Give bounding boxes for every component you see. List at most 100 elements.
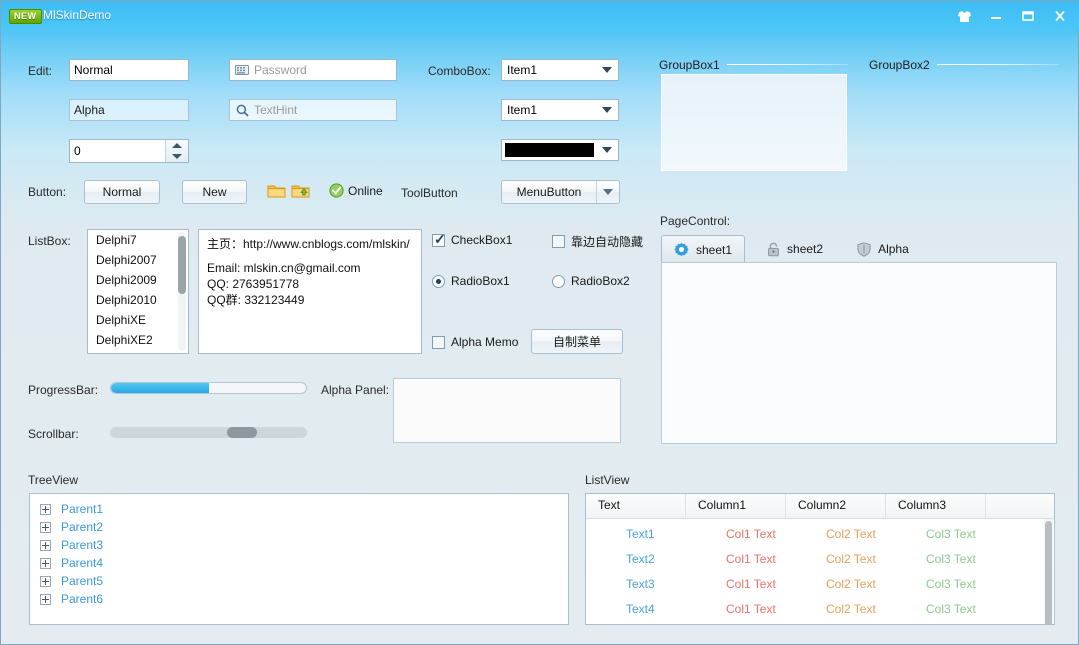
memo-line: QQ群: 332123449 (207, 293, 305, 307)
list-item[interactable]: DelphiXE2 (88, 330, 188, 350)
groupbox2-divider (937, 64, 1059, 65)
listview-cell: Col3 Text (926, 552, 976, 566)
chevron-down-icon[interactable] (596, 107, 618, 113)
spin-down-icon[interactable] (172, 154, 182, 159)
button-label: Button: (28, 185, 67, 199)
checkbox-autohide-label: 靠边自动隐藏 (571, 235, 644, 249)
listview[interactable]: Text Column1 Column2 Column3 Text1 Col1 … (585, 493, 1055, 625)
listview-column-header[interactable]: Column2 (786, 494, 886, 518)
table-row[interactable]: Text4 Col1 Text Col2 Text Col3 Text (586, 597, 1054, 622)
expand-icon[interactable] (40, 521, 51, 533)
lock-icon (767, 242, 780, 257)
color-swatch (505, 143, 594, 157)
treeview[interactable]: Parent1 Parent2 Parent3 Parent4 Parent5 … (29, 493, 569, 625)
listview-cell: Col3 Text (926, 602, 976, 616)
texthint-placeholder: TextHint (254, 103, 298, 117)
treeview-node[interactable]: Parent1 (30, 500, 568, 518)
memo-line: 主页：http://www.cnblogs.com/mlskin/ (207, 237, 410, 251)
checkbox-box: ✓ (432, 232, 446, 247)
tab-sheet1-label: sheet1 (696, 242, 733, 257)
new-badge: NEW (9, 9, 42, 24)
new-button[interactable]: New (182, 180, 247, 204)
radio-radiobox1-label: RadioBox1 (451, 274, 510, 288)
treeview-node[interactable]: Parent5 (30, 572, 568, 590)
memo[interactable]: 主页：http://www.cnblogs.com/mlskin/ Email:… (198, 229, 422, 354)
skin-shirt-icon[interactable] (948, 2, 980, 30)
radio-circle (432, 274, 445, 288)
folder-upload-icon[interactable] (291, 183, 310, 199)
checkbox-alpha-memo-label: Alpha Memo (451, 335, 519, 349)
app-window: NEW MlSkinDemo Edit: 0 (0, 0, 1079, 645)
table-row[interactable]: Text3 Col1 Text Col2 Text Col3 Text (586, 572, 1054, 597)
online-button[interactable]: Online (329, 183, 383, 198)
table-row[interactable]: Text1 Col1 Text Col2 Text Col3 Text (586, 522, 1054, 547)
memo-line (207, 252, 413, 260)
listview-column-header[interactable]: Text (586, 494, 686, 518)
listview-cell: Col2 Text (826, 527, 876, 541)
maximize-icon[interactable] (1012, 2, 1044, 30)
expand-icon[interactable] (40, 593, 51, 605)
edit-normal-input[interactable] (69, 59, 189, 81)
groupbox1-divider (727, 64, 848, 65)
expand-icon[interactable] (40, 503, 51, 515)
listbox[interactable]: Delphi7 Delphi2007 Delphi2009 Delphi2010… (87, 229, 189, 354)
expand-icon[interactable] (40, 575, 51, 587)
checkbox-alpha-memo[interactable]: Alpha Memo (432, 335, 518, 349)
list-item[interactable]: Delphi2007 (88, 250, 188, 270)
expand-icon[interactable] (40, 539, 51, 551)
edit-alpha-input[interactable] (69, 99, 189, 121)
chevron-down-icon[interactable] (596, 67, 618, 73)
treeview-node[interactable]: Parent2 (30, 518, 568, 536)
listview-scroll-thumb[interactable] (1045, 521, 1052, 624)
listview-scrollbar[interactable] (1044, 519, 1053, 624)
tab-content-panel (661, 262, 1057, 444)
texthint-input[interactable]: TextHint (229, 99, 397, 121)
spin-edit[interactable]: 0 (69, 139, 189, 163)
custom-menu-button[interactable]: 自制菜单 (531, 329, 623, 354)
combobox-1[interactable]: Item1 (501, 59, 619, 81)
radio-radiobox2[interactable]: RadioBox2 (552, 274, 630, 288)
combobox-2[interactable]: Item1 (501, 99, 619, 121)
expand-icon[interactable] (40, 557, 51, 569)
tab-sheet2[interactable]: sheet2 (755, 235, 835, 263)
scrollbar[interactable] (110, 427, 307, 438)
listview-column-header[interactable]: Column3 (886, 494, 986, 518)
scrollbar-label: Scrollbar: (28, 427, 79, 441)
alpha-panel-label: Alpha Panel: (321, 383, 390, 397)
folder-icon[interactable] (267, 183, 286, 199)
list-item[interactable]: Delphi2010 (88, 290, 188, 310)
normal-button[interactable]: Normal (84, 180, 160, 204)
spin-up-icon[interactable] (172, 143, 182, 148)
treeview-node[interactable]: Parent4 (30, 554, 568, 572)
treeview-node[interactable]: Parent3 (30, 536, 568, 554)
table-row[interactable]: Text2 Col1 Text Col2 Text Col3 Text (586, 547, 1054, 572)
listbox-scrollbar[interactable] (178, 232, 186, 351)
menu-button-label: MenuButton (516, 185, 582, 199)
checkbox-checkbox1[interactable]: ✓ CheckBox1 (432, 232, 512, 247)
tab-alpha[interactable]: Alpha (845, 235, 921, 263)
listview-column-header[interactable]: Column1 (686, 494, 786, 518)
menu-button-chevron-down-icon[interactable] (596, 181, 619, 203)
list-item[interactable]: Delphi7 (88, 230, 188, 250)
tab-strip: sheet1 sheet2 Alpha (661, 235, 921, 263)
minimize-icon[interactable] (980, 2, 1012, 30)
tab-sheet1[interactable]: sheet1 (661, 235, 746, 263)
list-item[interactable]: DelphiXE (88, 310, 188, 330)
progressbar-label: ProgressBar: (28, 383, 99, 397)
listview-cell: Col1 Text (726, 577, 776, 591)
spin-value: 0 (74, 144, 81, 158)
radio-radiobox1[interactable]: RadioBox1 (432, 274, 510, 288)
list-item[interactable]: Delphi2009 (88, 270, 188, 290)
spin-buttons[interactable] (165, 140, 188, 162)
password-input[interactable]: Password (229, 59, 397, 81)
close-icon[interactable] (1044, 2, 1076, 30)
treeview-node[interactable]: Parent6 (30, 590, 568, 608)
checkbox-autohide[interactable]: 靠边自动隐藏 (552, 233, 643, 250)
menu-button[interactable]: MenuButton (501, 180, 620, 204)
chevron-down-icon[interactable] (596, 147, 618, 153)
listbox-scroll-thumb[interactable] (178, 236, 186, 294)
scrollbar-thumb[interactable] (226, 427, 257, 438)
progress-bar (110, 382, 307, 394)
tab-sheet2-label: sheet2 (787, 242, 824, 256)
color-combobox[interactable] (501, 139, 619, 161)
